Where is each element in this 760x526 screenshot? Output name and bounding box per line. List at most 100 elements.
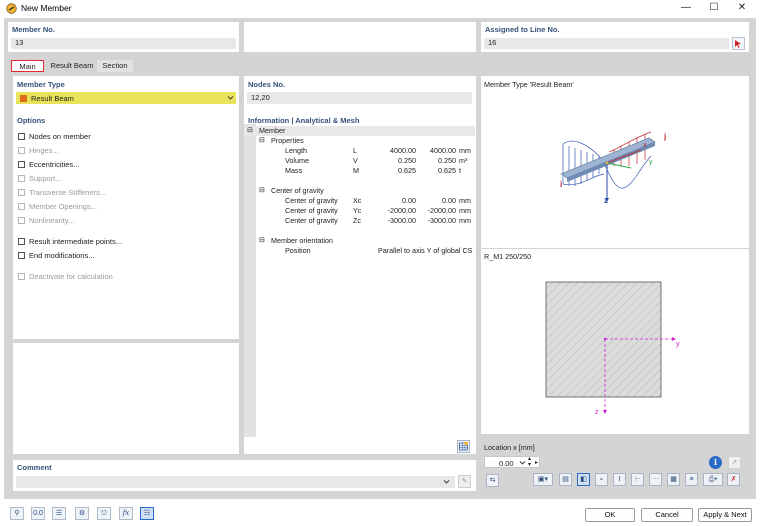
axis-label-i: i (560, 180, 563, 189)
checkbox[interactable] (18, 133, 25, 140)
left-lower-panel (13, 343, 239, 454)
table-row: Mass M 0.625 0.625 t (285, 166, 461, 175)
option-nonlinearity: Nonlinearity... (18, 216, 228, 226)
table-row: Volume V 0.250 0.250 m³ (285, 156, 468, 165)
printer-icon[interactable]: ⎙▾ (703, 473, 723, 486)
location-stepper[interactable]: 0.00 ▴ ▾ ▸ (484, 456, 540, 468)
left-panel: Member Type Result Beam Options Nodes on… (13, 76, 239, 339)
axis-label-z: z (604, 196, 608, 205)
axis-label-j: j (664, 132, 667, 141)
comment-panel: Comment ✎ (13, 460, 476, 491)
blank-header-panel (244, 22, 476, 52)
comment-edit-icon[interactable]: ✎ (458, 475, 471, 488)
result-beam-graphic (560, 131, 656, 202)
chevron-down-icon (227, 96, 234, 100)
minimize-icon[interactable]: — (672, 0, 700, 17)
centroid-icon[interactable]: ∘ (595, 473, 608, 486)
checkbox[interactable] (18, 238, 25, 245)
tab-main[interactable]: Main (11, 60, 44, 72)
numbering-icon[interactable]: ≡ (685, 473, 698, 486)
member-no-label: Member No. (12, 25, 55, 34)
section-axis-y: y (676, 341, 680, 348)
option-nodes-on-member[interactable]: Nodes on member (18, 132, 228, 142)
member-axes-icon[interactable]: ⎋ (97, 507, 111, 520)
member-no-field[interactable]: 13 (11, 38, 236, 49)
section-view-icon[interactable]: ◧ (577, 473, 590, 486)
tree-row-properties[interactable]: ⊟ Properties (256, 136, 475, 146)
table-row: Center of gravity Xc 0.00 0.00 mm (285, 196, 471, 205)
function-icon[interactable]: fx (119, 507, 133, 520)
checkbox[interactable] (18, 252, 25, 259)
table-row: Length L 4000.00 4000.00 mm (285, 146, 471, 155)
print-view-icon[interactable]: ▤ (559, 473, 572, 486)
option-hinges: Hinges... (18, 146, 228, 156)
apply-next-button[interactable]: Apply & Next (698, 508, 752, 522)
checkbox (18, 175, 25, 182)
table-row: Center of gravity Yc -2000.00 -2000.00 m… (285, 206, 471, 215)
pick-cursor-icon (735, 40, 741, 48)
section-name: R_M1 250/250 (484, 252, 532, 261)
nodes-label: Nodes No. (248, 80, 286, 89)
arrow-right-icon[interactable]: ▸ (535, 459, 538, 466)
app-icon (6, 3, 17, 14)
chevron-down-icon[interactable] (519, 460, 526, 466)
checkbox[interactable] (18, 161, 25, 168)
display-options-icon[interactable]: ▣▾ (533, 473, 553, 486)
preview-title: Member Type 'Result Beam' (484, 80, 574, 89)
tree-row-center-of-gravity[interactable]: ⊟ Center of gravity (256, 186, 475, 196)
tree-row-member[interactable]: ⊟ Member (244, 126, 475, 136)
search-icon[interactable]: ⚲ (10, 507, 24, 520)
numbers-icon[interactable]: 0.0 (31, 507, 45, 520)
axis-label-x: x (643, 142, 647, 149)
assigned-line-field[interactable]: 16 (484, 38, 729, 49)
axis-label-y: y (649, 159, 653, 166)
maximize-icon[interactable]: ☐ (700, 0, 728, 17)
dimension-icon[interactable]: ⊢ (631, 473, 644, 486)
nodes-field[interactable]: 12,20 (247, 92, 472, 104)
option-end-modifications[interactable]: End modifications... (18, 251, 228, 261)
tree-view-icon[interactable]: ☰ (52, 507, 66, 520)
cancel-button[interactable]: Cancel (641, 508, 693, 522)
i-beam-icon[interactable]: I (613, 473, 626, 486)
chevron-down-icon[interactable] (443, 479, 450, 485)
pointer-icon: ➚ (728, 456, 741, 469)
option-eccentricities[interactable]: Eccentricities... (18, 160, 228, 170)
member-type-value: Result Beam (31, 93, 74, 103)
checkbox (18, 147, 25, 154)
sync-icon[interactable]: ⇆ (486, 474, 499, 487)
member-icon[interactable]: ⚙ (75, 507, 89, 520)
section-preview-panel: R_M1 250/250 y z (481, 249, 749, 434)
info-tree: ⊟ Member ⊟ Properties Length L 4000.00 4… (244, 126, 476, 286)
tree-row-member-orientation[interactable]: ⊟ Member orientation (256, 236, 475, 246)
reset-view-icon[interactable]: ✗ (727, 473, 740, 486)
ok-button[interactable]: OK (585, 508, 635, 522)
grid-icon[interactable]: ▦ (667, 473, 680, 486)
assigned-line-panel: Assigned to Line No. 16 (481, 22, 749, 52)
table-export-button[interactable] (457, 440, 470, 453)
spin-arrows-icon[interactable]: ▴ ▾ (528, 456, 531, 468)
options-label: Options (17, 116, 46, 125)
info-view-icon[interactable]: ☷ (140, 507, 154, 520)
tab-section[interactable]: Section (97, 60, 133, 72)
view-toolbar: ▣▾ ▤ ◧ ∘ I ⊢ ⋯ ▦ ≡ ⎙▾ ✗ (533, 473, 743, 488)
option-result-intermediate-points[interactable]: Result intermediate points... (18, 237, 228, 247)
comment-field[interactable] (16, 476, 455, 488)
location-value: 0.00 (499, 458, 514, 468)
tab-result-beam[interactable]: Result Beam (48, 60, 96, 72)
member-type-select[interactable]: Result Beam (16, 92, 236, 104)
window-title: New Member (21, 3, 72, 13)
member-no-panel: Member No. 13 (8, 22, 239, 52)
option-transverse-stiffeners: Transverse Stiffeners... (18, 188, 228, 198)
info-icon[interactable]: i (709, 456, 722, 469)
checkbox (18, 217, 25, 224)
member-type-label: Member Type (17, 80, 65, 89)
member-type-preview-panel: Member Type 'Result Beam' i j x y z (481, 76, 749, 248)
table-icon (459, 442, 468, 451)
stress-points-icon[interactable]: ⋯ (649, 473, 662, 486)
close-icon[interactable]: ✕ (728, 0, 756, 17)
pick-line-button[interactable] (732, 37, 745, 50)
checkbox (18, 203, 25, 210)
comment-label: Comment (17, 463, 52, 472)
assigned-line-label: Assigned to Line No. (485, 25, 560, 34)
info-label: Information | Analytical & Mesh (248, 116, 360, 125)
